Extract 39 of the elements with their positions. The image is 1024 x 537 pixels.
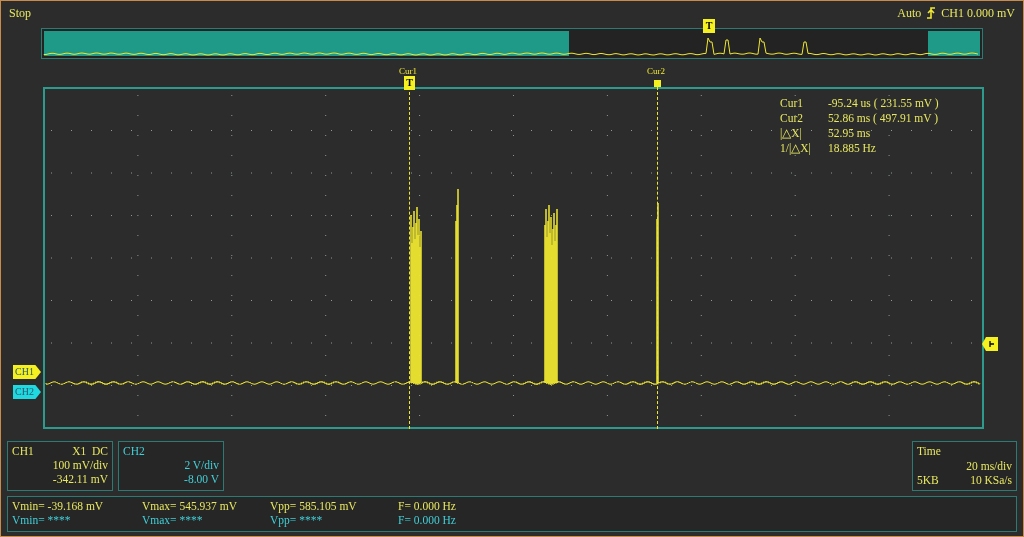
timebase-title: Time	[917, 444, 942, 459]
vertical-offset: -342.11 mV	[52, 472, 108, 486]
trigger-level-marker	[982, 337, 998, 351]
trigger-marker: T	[703, 19, 715, 33]
cursor-readout-label: Cur1	[780, 96, 804, 111]
cursor-label: Cur2	[647, 66, 665, 76]
vertical-scale: 2 V/div	[184, 458, 219, 472]
sample-rate: 10 KSa/s	[969, 473, 1012, 488]
measurement-value: Vmax= 545.937 mV	[142, 499, 238, 513]
measurement-value: Vmax= ****	[142, 513, 204, 527]
channel-marker: CH1	[13, 365, 41, 379]
trigger-readout: CH1 0.000 mV	[941, 5, 1015, 22]
cursor-label: Cur1	[399, 66, 417, 76]
channel-marker: CH2	[13, 385, 41, 399]
cursor-readout-label: |△X|	[780, 126, 803, 141]
measurement-value: Vpp= 585.105 mV	[270, 499, 358, 513]
run-state: Stop	[9, 5, 31, 22]
measurement-value: Vmin= -39.168 mV	[12, 499, 105, 513]
cursor-readout-value: -95.24 us ( 231.55 mV )	[828, 96, 939, 111]
time-scale: 20 ms/div	[965, 458, 1012, 474]
cursor-readout-value: 52.95 ms	[828, 126, 871, 141]
measurement-value: F= 0.000 Hz	[398, 513, 457, 527]
cursor-readout-value: 18.885 Hz	[828, 141, 876, 156]
measurement-value: F= 0.000 Hz	[398, 499, 457, 513]
rising-edge-icon	[926, 7, 937, 19]
cursor-readout-label: Cur2	[780, 111, 804, 126]
trigger-marker: T	[404, 76, 415, 90]
trigger-mode: Auto	[897, 5, 922, 22]
vertical-offset: -8.00 V	[184, 472, 219, 486]
cursor-handle-icon	[654, 80, 661, 87]
channel-name: CH2	[123, 444, 145, 458]
cursor-readout-label: 1/|△X|	[780, 141, 812, 156]
vertical-scale: 100 mV/div	[52, 458, 108, 472]
channel-name: CH1	[12, 444, 34, 458]
probe-coupling: X1 DC	[72, 444, 108, 458]
measurement-value: Vpp= ****	[270, 513, 324, 527]
cursor-readout-value: 52.86 ms ( 497.91 mV )	[828, 111, 938, 126]
memory-depth: 5KB	[917, 473, 940, 488]
measurement-value: Vmin= ****	[12, 513, 72, 527]
